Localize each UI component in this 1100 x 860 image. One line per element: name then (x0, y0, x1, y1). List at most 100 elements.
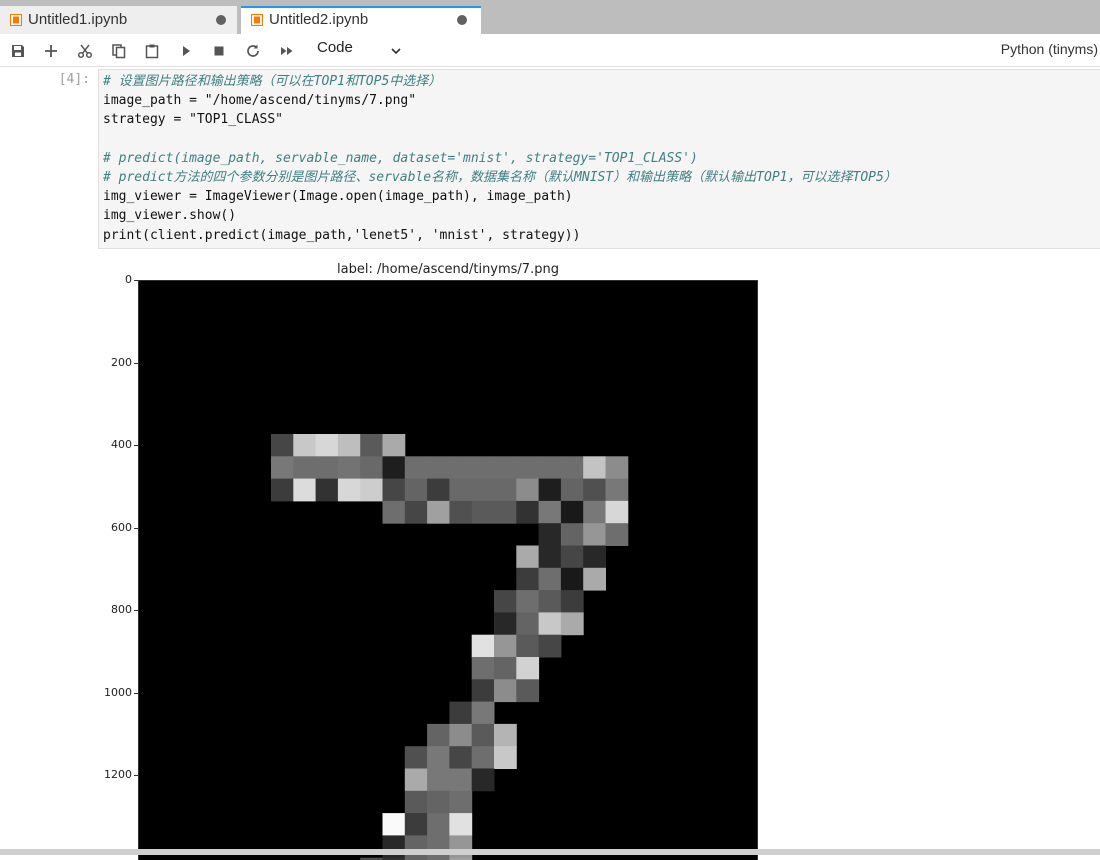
tab-untitled2[interactable]: Untitled2.ipynb (241, 6, 481, 34)
digit-pixel (382, 434, 406, 457)
horizontal-scrollbar[interactable] (0, 849, 1100, 855)
notebook-icon (251, 14, 263, 26)
digit-pixel (560, 590, 584, 613)
chevron-down-icon[interactable] (389, 44, 403, 58)
digit-pixel (538, 500, 562, 524)
digit-pixel (293, 456, 317, 480)
digit-pixel (538, 545, 562, 569)
digit-pixel (404, 790, 428, 814)
copy-button[interactable] (108, 40, 130, 62)
cut-button[interactable] (74, 40, 96, 62)
stop-icon (214, 46, 224, 56)
cell-type-select[interactable]: Code (317, 39, 353, 56)
digit-pixel (494, 478, 517, 502)
digit-pixel (271, 478, 294, 502)
tab-untitled1[interactable]: Untitled1.ipynb (0, 6, 238, 34)
code-line: # predict方法的四个参数分别是图片路径、servable名称，数据集名称… (103, 170, 897, 186)
digit-pixel (583, 478, 606, 502)
digit-pixel (605, 478, 629, 502)
add-icon (45, 45, 57, 57)
digit-pixel (471, 500, 495, 524)
digit-pixel (404, 500, 428, 524)
digit-pixel (583, 567, 606, 591)
digit-pixel (494, 657, 517, 680)
add-cell-button[interactable] (40, 40, 62, 62)
code-line: img_viewer.show() (103, 208, 237, 224)
image-plot (138, 280, 758, 860)
tab-label: Untitled2.ipynb (269, 11, 369, 28)
digit-pixel (382, 813, 406, 836)
code-line: # 设置图片路径和输出策略（可以在TOP1和TOP5中选择） (103, 74, 442, 89)
digit-pixel (427, 790, 450, 814)
paste-icon (145, 44, 159, 59)
digit-pixel (516, 500, 540, 524)
digit-pixel (315, 434, 339, 457)
save-icon (12, 45, 24, 57)
digit-pixel (516, 634, 540, 658)
y-tick-label: 400 (111, 438, 132, 451)
digit-pixel (404, 768, 428, 792)
digit-pixel (293, 478, 317, 502)
unsaved-dot-icon[interactable] (216, 15, 226, 25)
run-button[interactable] (175, 40, 197, 62)
digit-pixel (449, 500, 473, 524)
digit-pixel (583, 456, 606, 480)
digit-pixel (427, 746, 450, 769)
digit-pixel (494, 500, 517, 524)
digit-pixel (471, 657, 495, 680)
cell-prompt: [4]: (58, 72, 90, 87)
unsaved-dot-icon[interactable] (457, 15, 467, 25)
digit-pixel (494, 612, 517, 636)
digit-pixel (449, 478, 473, 502)
digit-pixel (449, 723, 473, 747)
digit-pixel (560, 545, 584, 569)
digit-pixel (583, 500, 606, 524)
code-editor[interactable]: # 设置图片路径和输出策略（可以在TOP1和TOP5中选择） image_pat… (98, 69, 1100, 249)
digit-pixel (605, 500, 629, 524)
digit-pixel (337, 456, 361, 480)
restart-button[interactable] (242, 40, 264, 62)
restart-icon (247, 44, 259, 57)
digit-pixel (360, 434, 383, 457)
digit-pixel (471, 768, 495, 792)
digit-pixel (293, 434, 317, 457)
notebook-icon (10, 14, 22, 26)
digit-pixel (583, 545, 606, 569)
digit-pixel (271, 434, 294, 457)
kernel-name[interactable]: Python (tinyms) (1001, 41, 1098, 57)
paste-button[interactable] (141, 40, 163, 62)
digit-pixel (449, 746, 473, 769)
digit-pixel (516, 679, 540, 703)
tab-bar: Untitled1.ipynb Untitled2.ipynb (0, 0, 1100, 34)
y-tick-label: 800 (111, 603, 132, 616)
digit-pixel (516, 567, 540, 591)
digit-pixel (494, 723, 517, 747)
digit-pixel (427, 500, 450, 524)
digit-pixel (494, 679, 517, 703)
digit-pixel (516, 478, 540, 502)
digit-pixel (516, 612, 540, 636)
digit-pixel (427, 456, 450, 480)
digit-pixel (471, 701, 495, 725)
digit-pixel (560, 456, 584, 480)
digit-pixel (449, 813, 473, 836)
y-tick-label: 600 (111, 520, 132, 534)
interrupt-button[interactable] (208, 40, 230, 62)
digit-pixel (538, 590, 562, 613)
digit-pixel (538, 634, 562, 658)
digit-pixel (382, 456, 406, 480)
digit-pixel (605, 523, 629, 546)
digit-pixel (337, 434, 361, 457)
digit-pixel (538, 567, 562, 591)
digit-pixel (516, 590, 540, 613)
save-button[interactable] (7, 40, 29, 62)
digit-pixel (516, 456, 540, 480)
digit-pixel (560, 500, 584, 524)
digit-pixel (404, 456, 428, 480)
digit-pixel (315, 456, 339, 480)
digit-pixel (449, 768, 473, 792)
digit-pixel (605, 456, 629, 480)
y-tick-label: 1000 (104, 685, 132, 699)
code-content[interactable]: # 设置图片路径和输出策略（可以在TOP1和TOP5中选择） image_pat… (103, 72, 897, 245)
restart-run-all-button[interactable] (276, 40, 298, 62)
